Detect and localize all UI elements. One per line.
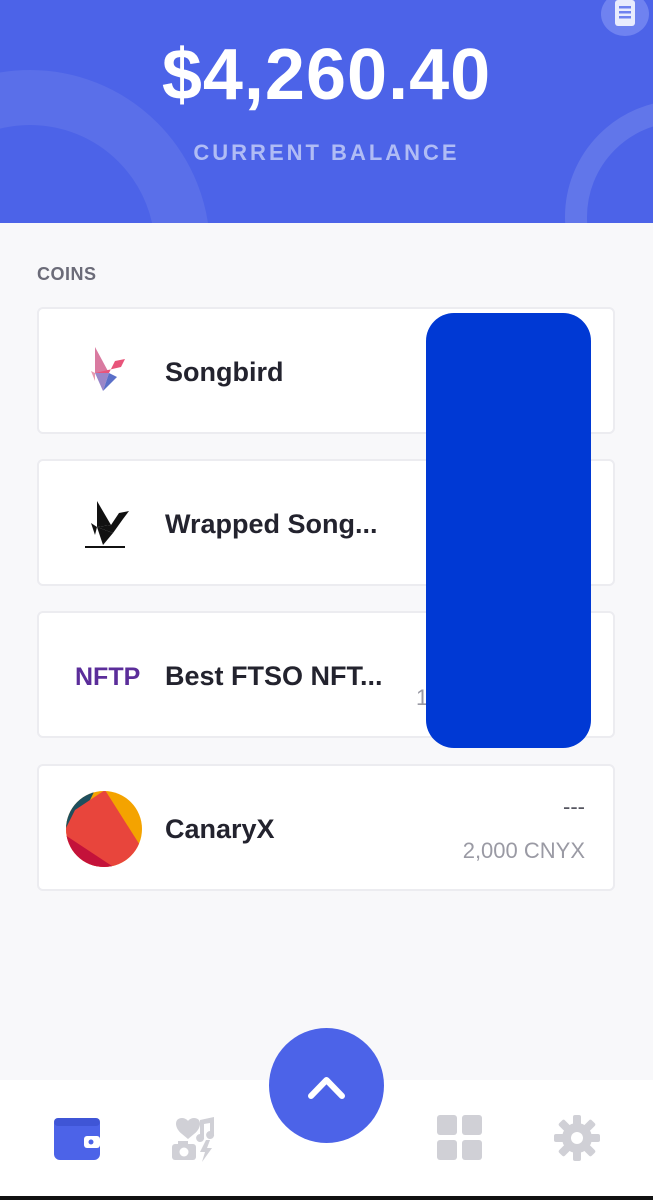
receipt-icon[interactable]: [601, 0, 649, 36]
screen-bottom-edge: [0, 1196, 653, 1200]
current-balance-label: CURRENT BALANCE: [193, 140, 460, 165]
songbird-logo-icon: [65, 333, 143, 411]
coin-row-canaryx[interactable]: CanaryX --- 2,000 CNYX: [37, 764, 615, 891]
coin-name: CanaryX: [165, 814, 275, 844]
coin-amount: 2,000 CNYX: [462, 838, 585, 863]
nftp-logo-icon: NFTP: [65, 637, 143, 715]
apps-grid-icon[interactable]: [434, 1112, 486, 1164]
wrapped-songbird-logo-icon: [65, 485, 143, 563]
balance-header: $4,260.40 CURRENT BALANCE: [0, 0, 653, 223]
media-collectibles-icon[interactable]: [168, 1112, 220, 1164]
coins-section-title: COINS: [37, 264, 97, 284]
gear-icon[interactable]: [551, 1112, 603, 1164]
canaryx-logo-icon: [65, 790, 143, 868]
coin-name: Wrapped Song...: [165, 509, 378, 539]
wallet-icon[interactable]: [52, 1112, 104, 1164]
current-balance-value: $4,260.40: [161, 35, 492, 115]
coin-value: ---: [563, 794, 585, 819]
coin-name: Songbird: [165, 357, 284, 387]
nftp-logo-text: NFTP: [75, 663, 140, 691]
coin-name: Best FTSO NFT...: [165, 661, 383, 691]
chevron-up-icon[interactable]: [269, 1028, 384, 1143]
redaction-overlay: [426, 313, 591, 748]
